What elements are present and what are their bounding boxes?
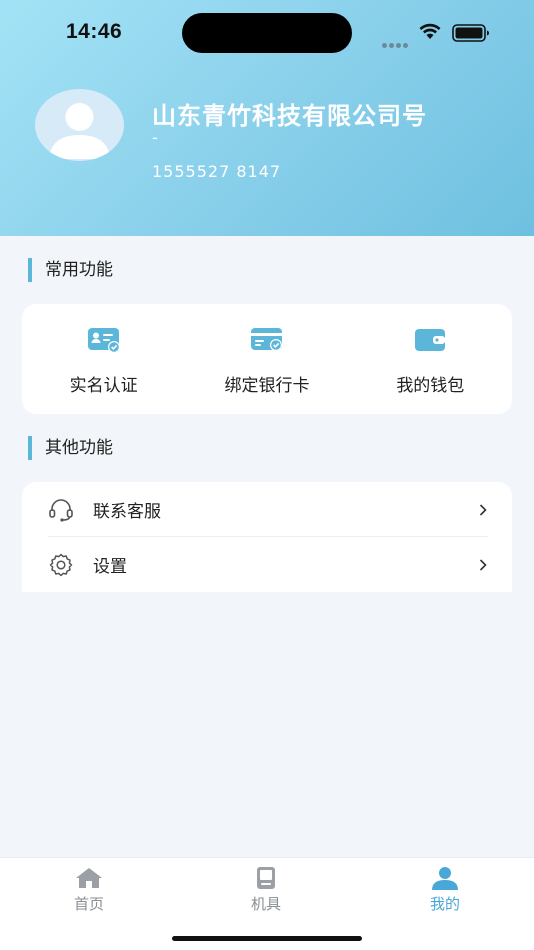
battery-icon <box>452 24 489 42</box>
row-contact-service[interactable]: 联系客服 <box>22 482 512 537</box>
func-label: 绑定银行卡 <box>224 376 310 396</box>
func-label: 我的钱包 <box>396 376 465 396</box>
wifi-icon <box>419 23 441 39</box>
chevron-right-icon <box>479 558 487 571</box>
user-icon <box>432 867 458 890</box>
status-time: 14:46 <box>66 20 123 43</box>
tab-mine[interactable]: 我的 <box>395 866 495 914</box>
func-label: 实名认证 <box>69 376 138 396</box>
func-bind-bank-card[interactable]: 绑定银行卡 <box>185 304 348 414</box>
tab-home[interactable]: 首页 <box>39 866 139 914</box>
device-icon <box>257 867 275 889</box>
phone-number: 1555527 8147 <box>152 162 282 181</box>
company-name-continued: - <box>152 128 158 147</box>
dynamic-island <box>182 13 352 53</box>
section-title-other: 其他功能 <box>28 436 113 460</box>
func-real-name-auth[interactable]: 实名认证 <box>22 304 185 414</box>
home-icon <box>76 868 102 888</box>
section-title-common: 常用功能 <box>28 258 113 282</box>
row-settings[interactable]: 设置 <box>22 537 512 592</box>
tab-label: 首页 <box>73 895 104 913</box>
home-indicator <box>172 936 362 941</box>
tab-label: 我的 <box>429 895 460 913</box>
gear-icon <box>49 553 73 576</box>
company-name: 山东青竹科技有限公司号 <box>152 102 427 130</box>
func-my-wallet[interactable]: 我的钱包 <box>349 304 512 414</box>
tab-label: 机具 <box>250 895 281 913</box>
headset-icon <box>49 498 73 522</box>
wallet-icon <box>415 329 446 351</box>
id-card-check-icon <box>87 328 120 353</box>
bank-card-check-icon <box>250 328 282 351</box>
row-label: 联系客服 <box>93 502 161 522</box>
other-functions-card: 联系客服 设置 <box>22 482 512 592</box>
cellular-signal-icon <box>382 33 410 52</box>
common-functions-card: 实名认证 绑定银行卡 我的钱包 <box>22 304 512 414</box>
tab-devices[interactable]: 机具 <box>216 866 316 914</box>
row-label: 设置 <box>93 557 127 577</box>
chevron-right-icon <box>479 503 487 516</box>
default-avatar-icon <box>49 103 110 159</box>
avatar[interactable] <box>35 89 124 161</box>
profile-header: 14:46 山东青竹科技有限公司号 - 1555527 8147 <box>0 0 534 236</box>
status-bar: 14:46 <box>0 0 534 64</box>
